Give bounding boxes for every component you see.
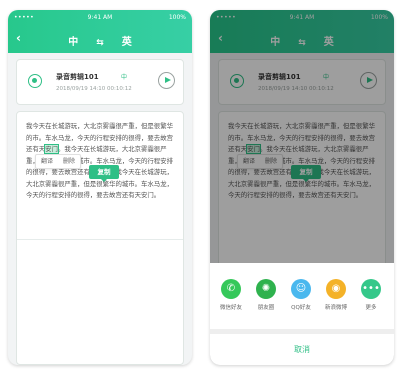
qq-icon: ☺ (291, 279, 311, 299)
share-item-weibo[interactable]: ◉ 新浪微博 (318, 279, 354, 311)
divider (17, 239, 183, 240)
nav-bar: ‹ 中 ⇆ 英 (8, 28, 192, 50)
share-sheet: ✆ 微信好友 ✺ 朋友圈 ☺ QQ好友 ◉ 新浪微博 ••• 更多 取消 (210, 263, 394, 365)
share-label: 微信好友 (219, 305, 242, 311)
share-item-moments[interactable]: ✺ 朋友圈 (248, 279, 284, 311)
wechat-icon: ✆ (221, 279, 241, 299)
weibo-icon: ◉ (326, 279, 346, 299)
more-icon: ••• (361, 279, 381, 299)
share-item-more[interactable]: ••• 更多 (353, 279, 389, 311)
context-menu: 翻译 删除 (35, 154, 82, 169)
target-language[interactable]: 英 (122, 37, 132, 48)
audio-language: 中 (121, 74, 128, 81)
selected-text[interactable]: 安门 (44, 144, 59, 154)
play-button[interactable] (158, 72, 175, 89)
share-label: 更多 (365, 305, 377, 311)
audio-name: 录音剪辑101 (56, 73, 99, 81)
audio-clip-card[interactable]: 录音剪辑101 中 2018/09/19 14:10 00:10:12 (16, 59, 184, 105)
cancel-button[interactable]: 取消 (210, 334, 394, 365)
language-switch[interactable]: 中 ⇆ 英 (8, 33, 192, 48)
share-item-wechat[interactable]: ✆ 微信好友 (213, 279, 249, 311)
status-time: 9:41 AM (87, 14, 113, 21)
translate-menu-item[interactable]: 翻译 (36, 155, 58, 168)
header: ••••• 9:41 AM 100% ‹ 中 ⇆ 英 (8, 10, 192, 53)
record-icon (28, 74, 42, 88)
battery-indicator: 100% (168, 14, 186, 21)
share-targets: ✆ 微信好友 ✺ 朋友圈 ☺ QQ好友 ◉ 新浪微博 ••• 更多 (210, 269, 394, 325)
share-item-qq[interactable]: ☺ QQ好友 (283, 279, 319, 311)
share-label: 新浪微博 (324, 305, 347, 311)
moments-icon: ✺ (256, 279, 276, 299)
copy-button[interactable]: 复制 (89, 165, 119, 182)
phone-screen-share-sheet: ••••• 9:41 AM 100% ‹ 中 ⇆ 英 录音剪辑101 中 2018/… (210, 10, 394, 365)
phone-screen-text-selection: ••••• 9:41 AM 100% ‹ 中 ⇆ 英 录音剪辑101 中 2018/… (8, 10, 192, 365)
audio-meta: 2018/09/19 14:10 00:10:12 (56, 86, 132, 92)
share-label: QQ好友 (291, 305, 311, 311)
transcript-card: 我今天在长城游玩，大北京雾霾很严重，但是很繁华的市。车水马龙，今天的行程安排的很… (16, 111, 184, 365)
swap-icon[interactable]: ⇆ (96, 38, 104, 48)
source-language[interactable]: 中 (68, 37, 78, 48)
status-bar: ••••• 9:41 AM 100% (8, 10, 192, 24)
share-label: 朋友圈 (257, 305, 275, 311)
delete-menu-item[interactable]: 删除 (58, 155, 80, 168)
